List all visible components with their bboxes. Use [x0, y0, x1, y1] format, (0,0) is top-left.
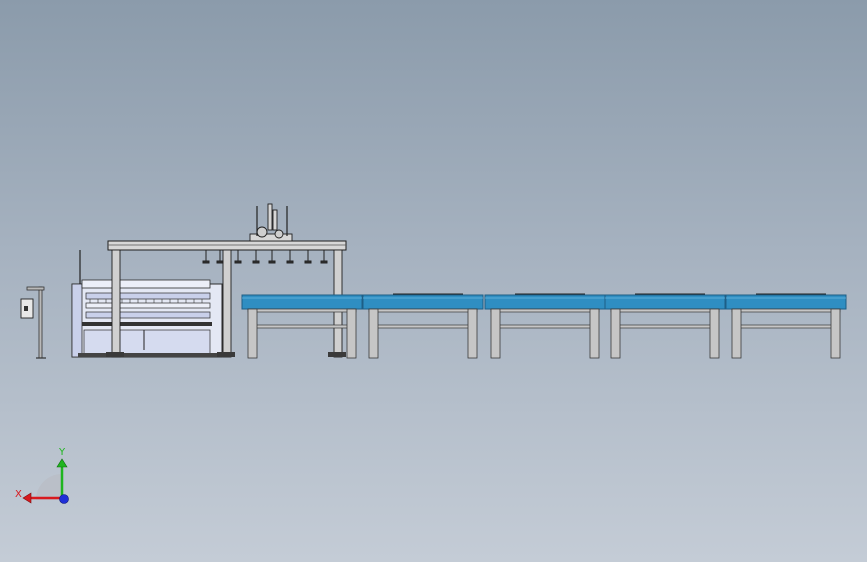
assembly-model-side-view[interactable]: Y X	[0, 0, 867, 562]
control-post	[20, 286, 46, 359]
conveyor-table	[362, 293, 484, 359]
quilting-machine	[71, 250, 223, 358]
conveyor-table	[241, 294, 363, 359]
coordinate-triad-icon[interactable]: Y X	[15, 447, 69, 504]
conveyor-table	[484, 293, 606, 359]
conveyor-table	[725, 293, 847, 359]
cad-viewport[interactable]: Y X	[0, 0, 867, 562]
conveyor-table	[604, 293, 726, 359]
axis-label-y: Y	[58, 447, 66, 458]
axis-label-x: X	[15, 489, 22, 500]
conveyor-tables	[241, 293, 847, 359]
